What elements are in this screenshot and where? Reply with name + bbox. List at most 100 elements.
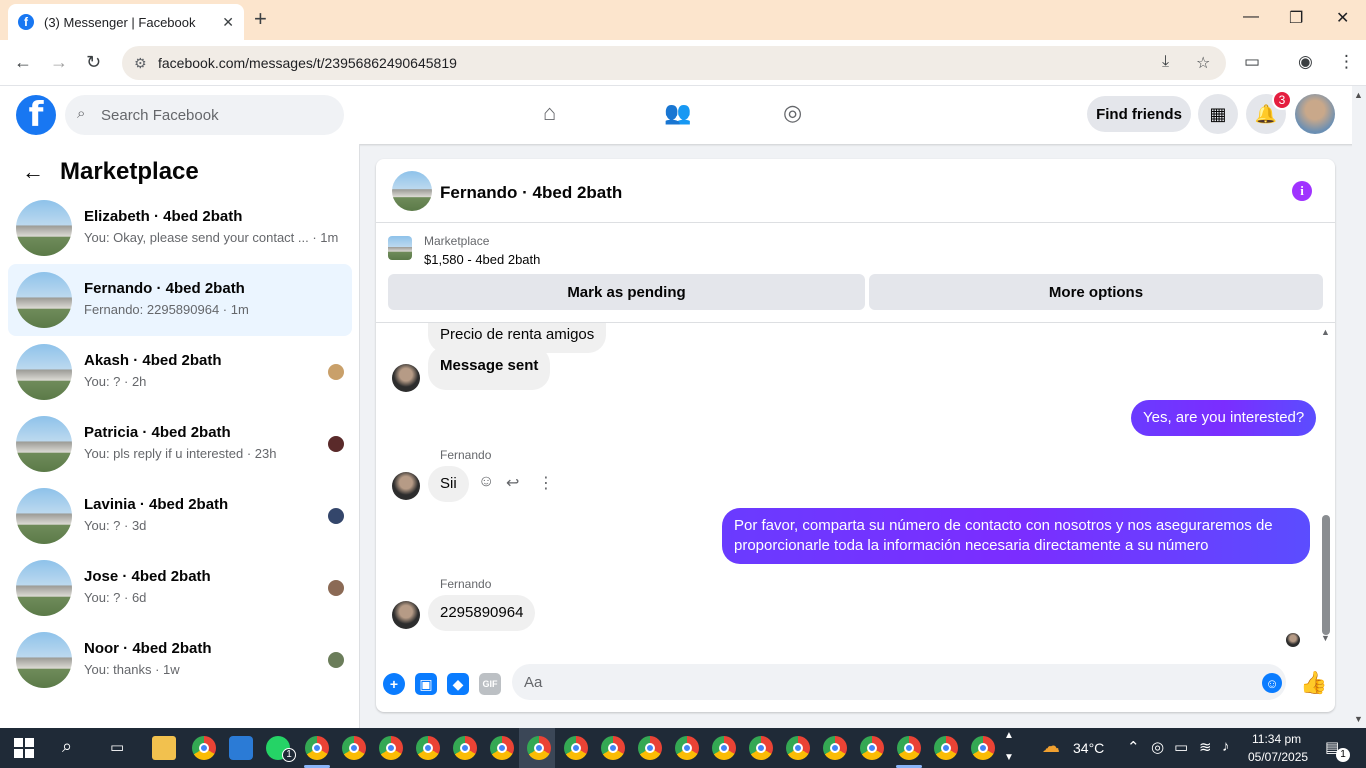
home-icon[interactable]: ⌂ [543, 100, 556, 126]
chrome-icon[interactable] [490, 736, 514, 760]
chrome-icon[interactable] [860, 736, 884, 760]
sidebar-header: ← Marketplace [22, 158, 199, 186]
thumbs-up-icon[interactable]: 👍 [1300, 670, 1327, 696]
chrome-menu-icon[interactable]: ⋮ [1338, 52, 1355, 72]
taskbar-scroll-up-icon[interactable]: ▲ [1004, 730, 1014, 741]
meet-now-icon[interactable]: ◎ [1151, 738, 1164, 756]
weather-icon[interactable]: ☁ [1042, 736, 1060, 757]
chrome-icon[interactable] [564, 736, 588, 760]
reply-icon[interactable]: ↩ [506, 473, 519, 493]
listing-price[interactable]: $1,580 - 4bed 2bath [424, 252, 540, 267]
emoji-icon[interactable]: ☺ [1262, 673, 1282, 693]
facebook-logo[interactable]: f [16, 95, 56, 135]
vscode-icon[interactable] [229, 736, 253, 760]
conversation-item[interactable]: Patricia · 4bed 2bath You: pls reply if … [8, 408, 352, 480]
volume-icon[interactable]: ♪ [1222, 738, 1230, 755]
chrome-icon[interactable] [416, 736, 440, 760]
new-tab-button[interactable]: + [254, 8, 267, 30]
read-receipt-avatar [328, 580, 344, 596]
page-scroll-down-icon[interactable]: ▼ [1354, 714, 1363, 724]
sender-avatar[interactable] [392, 472, 420, 500]
window-close-button[interactable]: ✕ [1336, 8, 1349, 28]
site-info-icon[interactable]: ⚙ [134, 55, 147, 72]
chrome-icon[interactable] [305, 736, 329, 760]
search-placeholder: Search Facebook [101, 106, 219, 124]
add-more-icon[interactable]: + [383, 673, 405, 695]
more-actions-icon[interactable]: ⋮ [538, 473, 554, 493]
chrome-icon[interactable] [823, 736, 847, 760]
chrome-icon[interactable] [971, 736, 995, 760]
chrome-profile-icon[interactable]: ◉ [1298, 52, 1313, 72]
scroll-up-icon[interactable]: ▲ [1321, 327, 1330, 337]
wifi-icon[interactable]: ≋ [1199, 738, 1212, 756]
conversation-item[interactable]: Elizabeth · 4bed 2bath You: Okay, please… [8, 192, 352, 264]
read-receipt-avatar [328, 364, 344, 380]
chrome-icon[interactable] [712, 736, 736, 760]
groups-icon[interactable]: ◎ [783, 100, 802, 126]
scroll-down-icon[interactable]: ▼ [1321, 633, 1330, 643]
show-hidden-icons-chevron-up-icon[interactable]: ⌃ [1127, 738, 1140, 756]
minimize-button[interactable]: — [1243, 8, 1259, 26]
find-friends-button[interactable]: Find friends [1087, 96, 1191, 132]
notification-badge: 3 [1272, 90, 1292, 110]
tab-close-icon[interactable]: ✕ [222, 14, 234, 31]
chrome-icon[interactable] [638, 736, 662, 760]
chrome-icon[interactable] [453, 736, 477, 760]
search-icon[interactable]: ⌕ [62, 736, 72, 757]
windows-start-icon[interactable] [14, 738, 34, 758]
sender-avatar[interactable] [392, 364, 420, 392]
page-scroll-up-icon[interactable]: ▲ [1354, 90, 1363, 100]
info-icon[interactable]: i [1292, 181, 1312, 201]
weather-temperature[interactable]: 34°C [1073, 740, 1104, 756]
chrome-icon[interactable] [342, 736, 366, 760]
mark-as-pending-button[interactable]: Mark as pending [388, 274, 865, 310]
chrome-icon[interactable] [379, 736, 403, 760]
reload-icon[interactable]: ↻ [86, 52, 101, 73]
friends-icon[interactable]: 👥 [664, 100, 691, 126]
chrome-icon[interactable] [786, 736, 810, 760]
chrome-icon[interactable] [675, 736, 699, 760]
message-input[interactable]: Aa [512, 664, 1286, 700]
maximize-button[interactable]: ❐ [1289, 8, 1303, 28]
chrome-icon[interactable] [934, 736, 958, 760]
search-input[interactable]: ⌕ Search Facebook [65, 95, 344, 135]
network-icon[interactable]: ▭ [1174, 738, 1188, 756]
clock-time[interactable]: 11:34 pm [1252, 732, 1301, 746]
menu-grid-icon[interactable]: ▦ [1198, 94, 1238, 134]
react-smiley-icon[interactable]: ☺ [478, 473, 494, 491]
url-bar[interactable]: ⚙ facebook.com/messages/t/23956862490645… [122, 46, 1226, 80]
conversation-item[interactable]: Jose · 4bed 2bath You: ? · 6d [8, 552, 352, 624]
conversation-item[interactable]: Noor · 4bed 2bath You: thanks · 1w [8, 624, 352, 696]
chrome-icon[interactable] [749, 736, 773, 760]
chrome-icon[interactable] [192, 736, 216, 760]
forward-arrow-icon[interactable]: → [50, 52, 68, 73]
taskbar-scroll-down-icon[interactable]: ▼ [1004, 752, 1014, 763]
chrome-icon[interactable] [897, 736, 921, 760]
page-scrollbar[interactable]: ▲ ▼ [1352, 86, 1366, 728]
back-arrow-icon[interactable]: ← [14, 52, 32, 73]
file-explorer-icon[interactable] [152, 736, 176, 760]
scrollbar-thumb[interactable] [1322, 515, 1330, 635]
conversation-item[interactable]: Akash · 4bed 2bath You: ? · 2h [8, 336, 352, 408]
browser-tab[interactable]: f (3) Messenger | Facebook ✕ [8, 4, 244, 40]
sender-avatar[interactable] [392, 601, 420, 629]
listing-thumbnail-small[interactable] [388, 236, 412, 260]
sticker-icon[interactable]: ◆ [447, 673, 469, 695]
gif-icon[interactable]: GIF [479, 673, 501, 695]
clock-date[interactable]: 05/07/2025 [1248, 750, 1308, 764]
more-options-button[interactable]: More options [869, 274, 1323, 310]
chat-title[interactable]: Fernando · 4bed 2bath [440, 183, 622, 203]
bookmark-star-icon[interactable]: ☆ [1196, 53, 1210, 73]
conversation-item-active[interactable]: Fernando · 4bed 2bath Fernando: 22958909… [8, 264, 352, 336]
thread-scrollbar[interactable]: ▲ ▼ [1321, 327, 1331, 643]
task-view-icon[interactable]: ▭ [110, 738, 124, 756]
chrome-icon[interactable] [527, 736, 551, 760]
tab-search-icon[interactable]: ▭ [1244, 52, 1260, 72]
profile-avatar[interactable] [1295, 94, 1335, 134]
install-app-icon[interactable]: ⤓ [1162, 53, 1169, 71]
back-arrow-icon[interactable]: ← [22, 159, 44, 185]
attach-photo-icon[interactable]: ▣ [415, 673, 437, 695]
conversation-item[interactable]: Lavinia · 4bed 2bath You: ? · 3d [8, 480, 352, 552]
chrome-icon[interactable] [601, 736, 625, 760]
chat-listing-thumbnail[interactable] [392, 171, 432, 211]
